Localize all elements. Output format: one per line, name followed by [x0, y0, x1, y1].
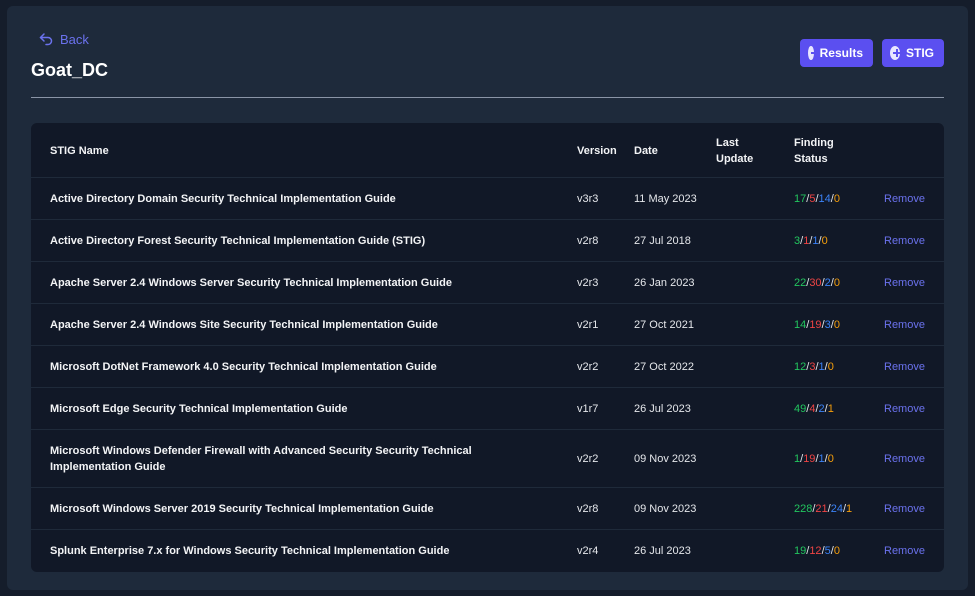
stig-version: v2r3 — [577, 276, 599, 289]
stig-date: 26 Jan 2023 — [634, 276, 695, 289]
add-results-button[interactable]: Results — [800, 39, 873, 67]
stig-version: v1r7 — [577, 402, 599, 415]
stig-name: Active Directory Forest Security Technic… — [50, 234, 426, 247]
stig-version: v2r2 — [577, 452, 599, 465]
table-row: Splunk Enterprise 7.x for Windows Securi… — [31, 530, 944, 572]
stig-name: Active Directory Domain Security Technic… — [50, 192, 396, 205]
back-arrow-icon — [39, 33, 53, 46]
status-not-reviewed: 0 — [821, 234, 828, 247]
status-not-a-finding: 19 — [794, 545, 807, 557]
header-version[interactable]: Version — [577, 143, 617, 159]
table-header: STIG Name Version Date Last Update Findi… — [31, 123, 944, 178]
stig-name: Splunk Enterprise 7.x for Windows Securi… — [50, 545, 450, 557]
stig-version: v3r3 — [577, 192, 599, 205]
status-not-a-finding: 17 — [794, 192, 807, 205]
back-label: Back — [60, 31, 89, 47]
status-open: 19 — [809, 318, 822, 331]
status-open: 21 — [815, 502, 828, 515]
stig-version: v2r2 — [577, 360, 599, 373]
stig-date: 26 Jul 2023 — [634, 402, 691, 415]
status-open: 12 — [809, 545, 822, 557]
header-finding-status-line2: Status — [794, 153, 828, 165]
status-not-applicable: 14 — [818, 192, 831, 205]
stig-date: 26 Jul 2023 — [634, 545, 691, 557]
remove-link[interactable]: Remove — [884, 401, 925, 417]
stig-version: v2r4 — [577, 545, 599, 557]
table-row: Microsoft Edge Security Technical Implem… — [31, 388, 944, 430]
stig-date: 09 Nov 2023 — [634, 452, 697, 465]
plus-icon — [890, 46, 901, 60]
table-row: Microsoft Windows Defender Firewall with… — [31, 430, 944, 488]
status-not-reviewed: 1 — [846, 502, 853, 515]
header-last-update-line2: Update — [716, 153, 754, 165]
status-open: 30 — [809, 276, 822, 289]
finding-status: 49/4/2/1 — [794, 401, 834, 417]
status-not-reviewed: 0 — [833, 192, 840, 205]
stig-date: 27 Oct 2021 — [634, 318, 694, 331]
stig-name: Microsoft Edge Security Technical Implem… — [50, 402, 348, 415]
remove-link[interactable]: Remove — [884, 451, 925, 467]
page-title: Goat_DC — [31, 60, 109, 80]
finding-status: 3/1/1/0 — [794, 233, 828, 249]
finding-status: 14/19/3/0 — [794, 317, 840, 333]
stig-version: v2r8 — [577, 502, 599, 515]
finding-status: 19/12/5/0 — [794, 543, 840, 559]
status-not-reviewed: 0 — [833, 318, 840, 331]
stig-name: Apache Server 2.4 Windows Server Securit… — [50, 276, 452, 289]
stig-version: v2r1 — [577, 318, 599, 331]
plus-icon — [808, 46, 819, 60]
header-date[interactable]: Date — [634, 143, 658, 159]
stig-date: 09 Nov 2023 — [634, 502, 697, 515]
finding-status: 12/3/1/0 — [794, 359, 834, 375]
remove-link[interactable]: Remove — [884, 233, 925, 249]
finding-status: 17/5/14/0 — [794, 191, 840, 207]
status-not-applicable: 24 — [830, 502, 843, 515]
header-last-update[interactable]: Last Update — [716, 135, 753, 167]
header-stig-name[interactable]: STIG Name — [50, 143, 109, 159]
status-not-reviewed: 1 — [827, 402, 834, 415]
table-row: Active Directory Forest Security Technic… — [31, 220, 944, 262]
stig-name: Apache Server 2.4 Windows Site Security … — [50, 318, 438, 331]
remove-link[interactable]: Remove — [884, 501, 925, 517]
remove-link[interactable]: Remove — [884, 359, 925, 375]
status-not-a-finding: 14 — [794, 318, 807, 331]
remove-link[interactable]: Remove — [884, 191, 925, 207]
status-not-reviewed: 0 — [833, 545, 840, 557]
table-row: Microsoft DotNet Framework 4.0 Security … — [31, 346, 944, 388]
status-not-a-finding: 12 — [794, 360, 807, 373]
finding-status: 1/19/1/0 — [794, 451, 834, 467]
stig-name: Microsoft DotNet Framework 4.0 Security … — [50, 360, 437, 373]
table-row: Apache Server 2.4 Windows Server Securit… — [31, 262, 944, 304]
remove-link[interactable]: Remove — [884, 543, 925, 559]
remove-link[interactable]: Remove — [884, 317, 925, 333]
finding-status: 22/30/2/0 — [794, 275, 840, 291]
header-last-update-line1: Last — [716, 137, 739, 149]
remove-link[interactable]: Remove — [884, 275, 925, 291]
stig-name: Microsoft Windows Defender Firewall with… — [50, 444, 472, 473]
header-finding-status-line1: Finding — [794, 137, 834, 149]
table-row: Active Directory Domain Security Technic… — [31, 178, 944, 220]
stig-table: STIG Name Version Date Last Update Findi… — [31, 123, 944, 572]
finding-status: 228/21/24/1 — [794, 501, 852, 517]
back-link[interactable]: Back — [38, 31, 89, 47]
stig-date: 11 May 2023 — [634, 192, 697, 205]
stig-date: 27 Jul 2018 — [634, 234, 691, 247]
stig-name: Microsoft Windows Server 2019 Security T… — [50, 502, 434, 515]
stig-date: 27 Oct 2022 — [634, 360, 694, 373]
table-row: Microsoft Windows Server 2019 Security T… — [31, 488, 944, 530]
status-not-a-finding: 22 — [794, 276, 807, 289]
divider — [31, 97, 944, 98]
status-open: 19 — [803, 452, 816, 465]
add-stig-button[interactable]: STIG — [882, 39, 944, 67]
status-not-a-finding: 228 — [794, 502, 813, 515]
status-not-reviewed: 0 — [833, 276, 840, 289]
status-not-reviewed: 0 — [827, 452, 834, 465]
add-stig-label: STIG — [905, 46, 934, 60]
status-not-reviewed: 0 — [827, 360, 834, 373]
table-row: Apache Server 2.4 Windows Site Security … — [31, 304, 944, 346]
header-finding-status[interactable]: Finding Status — [794, 135, 834, 167]
status-not-a-finding: 49 — [794, 402, 807, 415]
add-results-label: Results — [819, 46, 863, 60]
stig-version: v2r8 — [577, 234, 599, 247]
